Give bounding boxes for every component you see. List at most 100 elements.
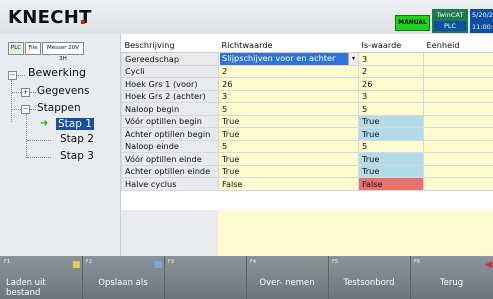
fkey-label: Opslaan als <box>98 278 148 288</box>
row-label: Halve cyclus <box>121 177 219 191</box>
current-step-arrow-icon: ➜ <box>40 118 49 129</box>
tree-node-stap1[interactable]: Stap 1 <box>56 118 94 130</box>
target-value[interactable]: 5 <box>218 102 359 116</box>
target-value[interactable]: True <box>218 127 359 141</box>
actual-value: 2 <box>358 64 424 78</box>
row-label: Cycli <box>121 64 219 78</box>
collapse-icon[interactable]: − <box>8 71 17 80</box>
tree-node-bewerking[interactable]: Bewerking <box>28 66 86 79</box>
table-row: Cycli 2 2 <box>121 64 493 78</box>
unit-cell <box>423 52 493 66</box>
dropdown-arrow-icon[interactable]: ▾ <box>348 53 358 65</box>
mode-indicator: MANUAL <box>395 15 430 31</box>
actual-value: True <box>358 164 424 178</box>
row-label: Vóór optillen einde <box>121 152 219 166</box>
unit-cell <box>423 164 493 178</box>
parameter-table: Beschrijving Richtwaarde Is-waarde Eenhe… <box>121 38 493 191</box>
row-label: Vóór optillen begin <box>121 114 219 128</box>
actual-value: True <box>358 127 424 141</box>
tool-dropdown[interactable]: Slijpschijven voor en achter ▾ <box>218 52 359 66</box>
function-key-bar: F1 ■ Laden uit bestand F2 ■ Opslaan als … <box>0 256 493 299</box>
date-text: 5/20/20 <box>472 11 493 19</box>
navigation-panel: PLC File Messer 20V 3H − Bewerking + Geg… <box>0 34 121 256</box>
target-value[interactable]: 5 <box>218 139 359 153</box>
actual-value: 3 <box>358 52 424 66</box>
tree-node-stap2[interactable]: Stap 2 <box>60 133 94 145</box>
fkey-number: F1 <box>4 259 11 265</box>
table-row: Gereedschap Slijpschijven voor en achter… <box>121 52 493 66</box>
file-button[interactable]: File <box>25 42 41 55</box>
back-arrow-icon: ◀ <box>485 260 492 270</box>
device-button[interactable]: Messer 20V 3H <box>42 42 84 62</box>
table-row: Vóór optillen einde True True <box>121 152 493 166</box>
column-header: Beschrijving <box>121 38 219 53</box>
actual-value: True <box>358 152 424 166</box>
knecht-logo: KNECHT <box>8 7 92 28</box>
table-row: Naloop einde 5 5 <box>121 139 493 153</box>
unit-cell <box>423 89 493 103</box>
table-row: Achter optillen begin True True <box>121 127 493 141</box>
table-header: Beschrijving Richtwaarde Is-waarde Eenhe… <box>121 38 493 53</box>
f2-save-as-button[interactable]: F2 ■ Opslaan als <box>82 256 165 299</box>
parameter-grid: Beschrijving Richtwaarde Is-waarde Eenhe… <box>121 38 493 191</box>
target-value[interactable]: 26 <box>218 77 359 91</box>
row-label: Achter optillen begin <box>121 127 219 141</box>
fkey-number: F6 <box>414 259 421 265</box>
row-label: Hoek Grs 2 (achter) <box>121 89 219 103</box>
row-label: Hoek Grs 1 (voor) <box>121 77 219 91</box>
row-label: Gereedschap <box>121 52 219 66</box>
table-row: Hoek Grs 2 (achter) 3 3 <box>121 89 493 103</box>
unit-cell <box>423 64 493 78</box>
tree-node-stappen[interactable]: Stappen <box>37 102 81 114</box>
fkey-number: F4 <box>250 259 257 265</box>
f5-test-button[interactable]: F5 Testsonbord <box>328 256 411 299</box>
title-bar: KNECHT MANUAL TwinCAT PLC 5/20/20 11:00:… <box>0 0 493 34</box>
tree-node-gegevens[interactable]: Gegevens <box>37 85 90 97</box>
checkmark-icon: ✓ <box>316 260 324 270</box>
fkey-number: F5 <box>332 259 339 265</box>
tree-node-stap3[interactable]: Stap 3 <box>60 150 94 162</box>
table-row: Hoek Grs 1 (voor) 26 26 <box>121 77 493 91</box>
twincat-status: TwinCAT PLC <box>432 9 468 33</box>
unit-cell <box>423 127 493 141</box>
fkey-number: F3 <box>168 259 175 265</box>
column-header: Is-waarde <box>358 38 424 53</box>
tool-dropdown-value[interactable]: Slijpschijven voor en achter <box>220 53 348 65</box>
folder-icon: ■ <box>72 260 81 270</box>
f1-load-button[interactable]: F1 ■ Laden uit bestand <box>0 256 83 299</box>
target-value[interactable]: 3 <box>218 89 359 103</box>
datetime-display: 5/20/20 11:00:3 <box>470 9 493 33</box>
table-row: Naloop begin 5 5 <box>121 102 493 116</box>
actual-value: 5 <box>358 102 424 116</box>
row-label: Naloop begin <box>121 102 219 116</box>
unit-cell <box>423 177 493 191</box>
table-row: Achter optillen einde True True <box>121 164 493 178</box>
actual-value: 26 <box>358 77 424 91</box>
column-header: Eenheid <box>423 38 493 53</box>
column-header: Richtwaarde <box>218 38 359 53</box>
expand-icon[interactable]: + <box>21 88 30 97</box>
fkey-label: Terug <box>439 278 464 288</box>
actual-value: 3 <box>358 89 424 103</box>
table-row: Halve cyclus False False <box>121 177 493 191</box>
fkey-label: Testsonbord <box>343 278 395 288</box>
grid-empty-area <box>121 210 493 256</box>
target-value[interactable]: False <box>218 177 359 191</box>
target-value[interactable]: True <box>218 164 359 178</box>
collapse-icon[interactable]: − <box>21 105 30 114</box>
row-label: Achter optillen einde <box>121 164 219 178</box>
actual-value: True <box>358 114 424 128</box>
target-value[interactable]: 2 <box>218 64 359 78</box>
fkey-number: F2 <box>86 259 93 265</box>
fkey-label: Over- nemen <box>259 278 315 288</box>
unit-cell <box>423 114 493 128</box>
f3-button[interactable]: F3 <box>164 256 247 299</box>
target-value[interactable]: True <box>218 152 359 166</box>
f4-accept-button[interactable]: F4 ✓ Over- nemen <box>246 256 329 299</box>
f6-back-button[interactable]: F6 ◀ Terug <box>410 256 493 299</box>
logo-dot <box>81 20 85 24</box>
target-value[interactable]: True <box>218 114 359 128</box>
plc-button[interactable]: PLC <box>8 42 24 55</box>
unit-cell <box>423 102 493 116</box>
twincat-label: TwinCAT <box>436 11 464 19</box>
